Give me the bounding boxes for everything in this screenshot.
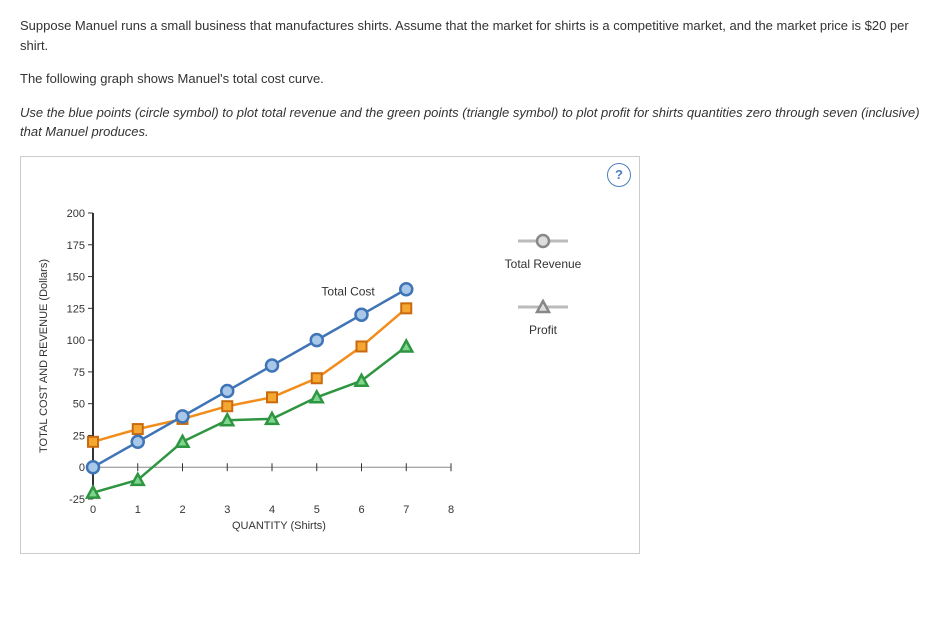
svg-text:0: 0 [79, 462, 85, 474]
svg-text:4: 4 [269, 504, 275, 516]
legend-label-total-revenue: Total Revenue [505, 257, 582, 271]
svg-text:TOTAL COST AND REVENUE (Dollar: TOTAL COST AND REVENUE (Dollars) [38, 259, 50, 453]
svg-text:0: 0 [90, 504, 96, 516]
svg-text:QUANTITY (Shirts): QUANTITY (Shirts) [232, 520, 326, 532]
svg-text:6: 6 [358, 504, 364, 516]
svg-text:200: 200 [67, 208, 85, 220]
svg-text:125: 125 [67, 303, 85, 315]
svg-text:5: 5 [314, 504, 320, 516]
svg-text:75: 75 [73, 366, 85, 378]
svg-text:150: 150 [67, 271, 85, 283]
svg-text:8: 8 [448, 504, 454, 516]
chart-legend: Total Revenue Profit [473, 203, 613, 365]
intro-paragraph-1: Suppose Manuel runs a small business tha… [20, 16, 931, 55]
chart-plot-area[interactable]: -25 0 25 50 75 100 125 150 175 200 0 1 2 3 4 5 6 7 8 QUANTI… [31, 203, 461, 543]
svg-text:7: 7 [403, 504, 409, 516]
chart-container: ? -25 0 25 50 75 100 125 150 175 200 0 1 2 3 4 5 6 7 8 QUAN… [20, 156, 640, 554]
intro-paragraph-2: The following graph shows Manuel's total… [20, 69, 931, 89]
svg-text:2: 2 [179, 504, 185, 516]
svg-text:3: 3 [224, 504, 230, 516]
legend-item-total-revenue[interactable]: Total Revenue [473, 233, 613, 273]
chart-svg: -25 0 25 50 75 100 125 150 175 200 0 1 2 3 4 5 6 7 8 QUANTI… [31, 203, 461, 543]
help-button[interactable]: ? [607, 163, 631, 187]
intro-paragraph-3: Use the blue points (circle symbol) to p… [20, 103, 931, 142]
svg-text:50: 50 [73, 398, 85, 410]
circle-icon [518, 233, 568, 249]
svg-text:100: 100 [67, 335, 85, 347]
svg-text:175: 175 [67, 239, 85, 251]
triangle-icon [518, 299, 568, 315]
svg-text:25: 25 [73, 430, 85, 442]
svg-text:-25: -25 [69, 494, 85, 506]
svg-text:1: 1 [135, 504, 141, 516]
legend-item-profit[interactable]: Profit [473, 299, 613, 339]
svg-text:Total Cost: Total Cost [321, 284, 375, 298]
legend-label-profit: Profit [529, 323, 557, 337]
